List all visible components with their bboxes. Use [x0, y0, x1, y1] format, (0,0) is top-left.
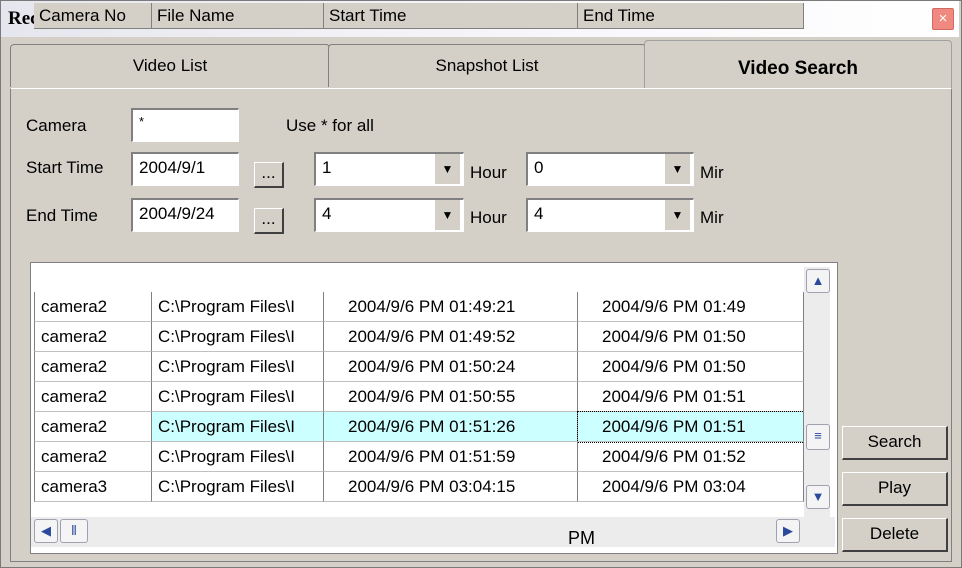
- cell-end-time[interactable]: 2004/9/6 PM 01:50: [578, 322, 804, 352]
- cell-start-time[interactable]: 2004/9/6 PM 01:49:21: [324, 292, 578, 322]
- cell-file-name[interactable]: C:\Program Files\I: [152, 412, 324, 442]
- end-minute-label: Mir: [700, 208, 724, 227]
- cell-camera[interactable]: camera2: [34, 442, 152, 472]
- tab-video-list[interactable]: Video List: [10, 44, 330, 87]
- cell-start-time[interactable]: 2004/9/6 PM 03:04:15: [324, 472, 578, 502]
- column-header-camera-no[interactable]: Camera No: [34, 3, 152, 29]
- cell-camera[interactable]: camera2: [34, 412, 152, 442]
- cell-end-time[interactable]: 2004/9/6 PM 01:51: [577, 411, 805, 443]
- cell-file-name[interactable]: C:\Program Files\I: [152, 292, 324, 322]
- cell-end-time[interactable]: 2004/9/6 PM 03:04: [578, 472, 804, 502]
- search-button[interactable]: Search: [842, 426, 948, 460]
- end-time-label: End Time: [26, 206, 98, 225]
- cell-camera[interactable]: camera2: [34, 352, 152, 382]
- cell-file-name[interactable]: C:\Program Files\I: [152, 442, 324, 472]
- end-hour-value: 4: [322, 204, 332, 223]
- cell-file-name[interactable]: C:\Program Files\I: [152, 382, 324, 412]
- delete-button[interactable]: Delete: [842, 518, 948, 552]
- camera-label: Camera: [26, 116, 87, 135]
- cell-camera[interactable]: camera2: [34, 292, 152, 322]
- start-hour-value: 1: [322, 158, 332, 177]
- cell-end-time[interactable]: 2004/9/6 PM 01:50: [578, 352, 804, 382]
- end-minute-dropdown-icon[interactable]: ▼: [664, 200, 690, 230]
- tab-snapshot-list[interactable]: Snapshot List: [328, 44, 646, 87]
- horizontal-scrollbar[interactable]: [31, 517, 835, 547]
- cell-file-name[interactable]: C:\Program Files\I: [152, 322, 324, 352]
- cell-file-name[interactable]: C:\Program Files\I: [152, 472, 324, 502]
- start-hour-label: Hour: [470, 163, 507, 182]
- cell-end-time[interactable]: 2004/9/6 PM 01:49: [578, 292, 804, 322]
- scroll-up-icon[interactable]: ▲: [806, 269, 830, 293]
- start-date-field[interactable]: 2004/9/1: [131, 152, 239, 186]
- start-date-browse-button[interactable]: ...: [254, 162, 284, 188]
- start-hour-dropdown-icon[interactable]: ▼: [434, 154, 460, 184]
- end-minute-value: 4: [534, 204, 544, 223]
- camera-hint: Use * for all: [286, 116, 374, 135]
- cell-camera[interactable]: camera3: [34, 472, 152, 502]
- scroll-thumb[interactable]: ≡: [806, 424, 830, 450]
- column-header-file-name[interactable]: File Name: [152, 3, 324, 29]
- camera-input[interactable]: *: [131, 108, 239, 142]
- scroll-left-icon[interactable]: ◀: [34, 519, 58, 543]
- grid-footer-text: PM: [568, 528, 595, 548]
- cell-start-time[interactable]: 2004/9/6 PM 01:50:24: [324, 352, 578, 382]
- cell-start-time[interactable]: 2004/9/6 PM 01:50:55: [324, 382, 578, 412]
- cell-start-time[interactable]: 2004/9/6 PM 01:51:59: [324, 442, 578, 472]
- cell-camera[interactable]: camera2: [34, 382, 152, 412]
- cell-end-time[interactable]: 2004/9/6 PM 01:52: [578, 442, 804, 472]
- scroll-right-icon[interactable]: ▶: [776, 519, 800, 543]
- cell-file-name[interactable]: C:\Program Files\I: [152, 352, 324, 382]
- scroll-down-icon[interactable]: ▼: [806, 485, 830, 509]
- tab-video-search[interactable]: Video Search: [644, 40, 952, 89]
- start-minute-value: 0: [534, 158, 544, 177]
- cell-end-time[interactable]: 2004/9/6 PM 01:51: [578, 382, 804, 412]
- horizontal-scroll-thumb[interactable]: ⦀: [60, 519, 88, 543]
- end-hour-label: Hour: [470, 208, 507, 227]
- play-button[interactable]: Play: [842, 472, 948, 506]
- cell-camera[interactable]: camera2: [34, 322, 152, 352]
- close-button[interactable]: ×: [932, 8, 954, 30]
- end-date-browse-button[interactable]: ...: [254, 208, 284, 234]
- end-date-field[interactable]: 2004/9/24: [131, 198, 239, 232]
- cell-start-time[interactable]: 2004/9/6 PM 01:49:52: [324, 322, 578, 352]
- cell-start-time[interactable]: 2004/9/6 PM 01:51:26: [324, 412, 578, 442]
- vertical-scrollbar[interactable]: [804, 267, 830, 517]
- start-minute-label: Mir: [700, 163, 724, 182]
- start-time-label: Start Time: [26, 158, 104, 177]
- end-hour-dropdown-icon[interactable]: ▼: [434, 200, 460, 230]
- column-header-start-time[interactable]: Start Time: [324, 3, 578, 29]
- start-minute-dropdown-icon[interactable]: ▼: [664, 154, 690, 184]
- column-header-end-time[interactable]: End Time: [578, 3, 804, 29]
